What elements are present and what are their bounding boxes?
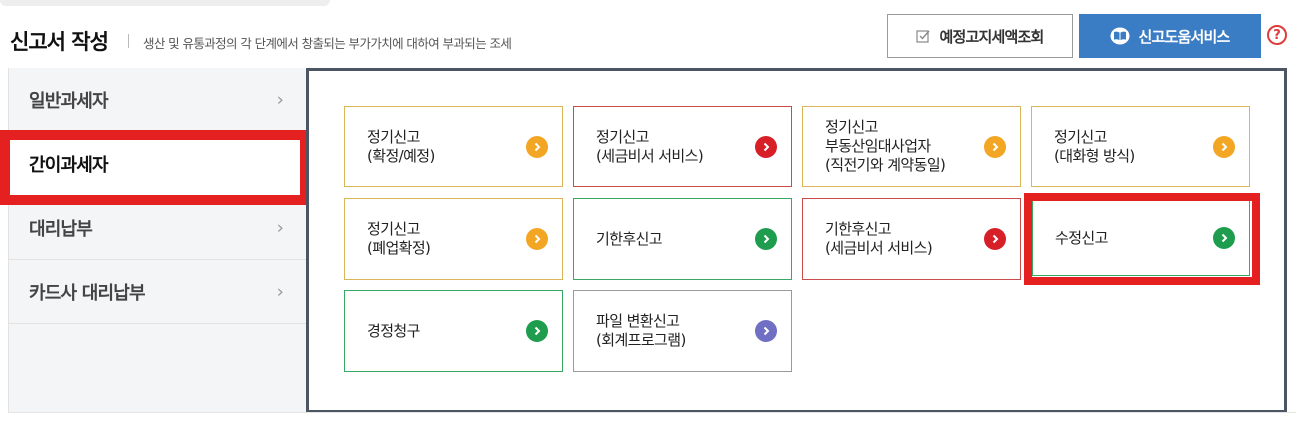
card-regular-filing-closure[interactable]: 정기신고 (폐업확정) (344, 198, 563, 280)
card-title: 경정청구 (367, 321, 420, 340)
page-title: 신고서 작성 (10, 30, 109, 54)
card-title: 정기신고 (367, 127, 420, 146)
card-subtitle-2: (직전기와 계약동일) (825, 156, 946, 174)
sidebar-item-proxy-payment[interactable]: 대리납부 › (9, 196, 307, 260)
card-title: 정기신고 (367, 220, 420, 238)
arrow-right-icon (755, 135, 777, 158)
checkbox-edit-icon (916, 29, 931, 43)
arrow-right-icon (984, 228, 1006, 250)
card-subtitle: (회계프로그램) (596, 331, 686, 349)
card-correction-claim[interactable]: 경정청구 (344, 290, 563, 372)
card-subtitle: (세금비서 서비스) (596, 146, 704, 165)
sidebar-item-label: 대리납부 (29, 218, 93, 240)
card-subtitle: (세금비서 서비스) (825, 239, 933, 257)
sidebar-item-label: 카드사 대리납부 (29, 282, 146, 304)
card-title: 정기신고 (596, 127, 649, 146)
arrow-right-icon (526, 320, 548, 342)
card-subtitle: (확정/예정) (367, 146, 435, 165)
filing-help-service-label: 신고도움서비스 (1138, 27, 1230, 46)
card-regular-filing-interactive[interactable]: 정기신고 (대화형 방식) (1031, 106, 1250, 187)
arrow-right-icon (1213, 135, 1235, 158)
arrow-right-icon (526, 135, 548, 158)
taxpayer-type-sidebar: 일반과세자 › 간이과세자 대리납부 › 카드사 대리납부 › (8, 68, 307, 413)
sidebar-item-card-company-proxy-payment[interactable]: 카드사 대리납부 › (9, 260, 307, 324)
card-subtitle: 부동산임대사업자 (825, 137, 931, 155)
card-title: 기한후신고 (825, 220, 892, 238)
arrow-right-icon (755, 320, 777, 342)
help-question-mark: ? (1273, 27, 1281, 43)
card-subtitle: (대화형 방식) (1054, 146, 1135, 165)
card-title: 파일 변환신고 (596, 312, 680, 330)
sidebar-item-label: 일반과세자 (29, 90, 109, 112)
arrow-right-icon (526, 228, 548, 250)
bottom-divider (8, 412, 1296, 413)
title-divider (128, 34, 129, 48)
card-late-filing-tax-secretary[interactable]: 기한후신고 (세금비서 서비스) (802, 198, 1021, 280)
filing-help-service-button[interactable]: 신고도움서비스 (1079, 14, 1261, 58)
sidebar-item-general-taxpayer[interactable]: 일반과세자 › (9, 68, 307, 132)
notice-tax-inquiry-button[interactable]: 예정고지세액조회 (887, 14, 1073, 58)
chevron-right-icon: › (276, 89, 284, 110)
card-regular-filing-real-estate-lease[interactable]: 정기신고 부동산임대사업자 (직전기와 계약동일) (802, 106, 1021, 187)
book-icon (1110, 27, 1130, 45)
chevron-right-icon: › (276, 281, 284, 302)
notice-tax-inquiry-label: 예정고지세액조회 (939, 27, 1044, 46)
arrow-right-icon (984, 135, 1006, 158)
card-file-conversion-filing[interactable]: 파일 변환신고 (회계프로그램) (573, 290, 792, 372)
card-late-filing[interactable]: 기한후신고 (573, 198, 792, 280)
card-title: 기한후신고 (596, 229, 663, 248)
help-question-icon[interactable]: ? (1267, 25, 1287, 45)
top-tab-shadow (0, 0, 330, 6)
card-regular-filing-confirm[interactable]: 정기신고 (확정/예정) (344, 106, 563, 187)
card-title: 정기신고 (825, 118, 878, 136)
chevron-right-icon: › (276, 217, 284, 238)
card-subtitle: (폐업확정) (367, 239, 431, 257)
highlight-box-amended-filing (1024, 193, 1260, 285)
page-description: 생산 및 유통과정의 각 단계에서 창출되는 부가가치에 대하여 부과되는 조세 (143, 36, 512, 51)
card-regular-filing-tax-secretary[interactable]: 정기신고 (세금비서 서비스) (573, 106, 792, 187)
highlight-box-simplified-taxpayer (0, 130, 310, 205)
card-title: 정기신고 (1054, 127, 1107, 146)
arrow-right-icon (755, 228, 777, 250)
